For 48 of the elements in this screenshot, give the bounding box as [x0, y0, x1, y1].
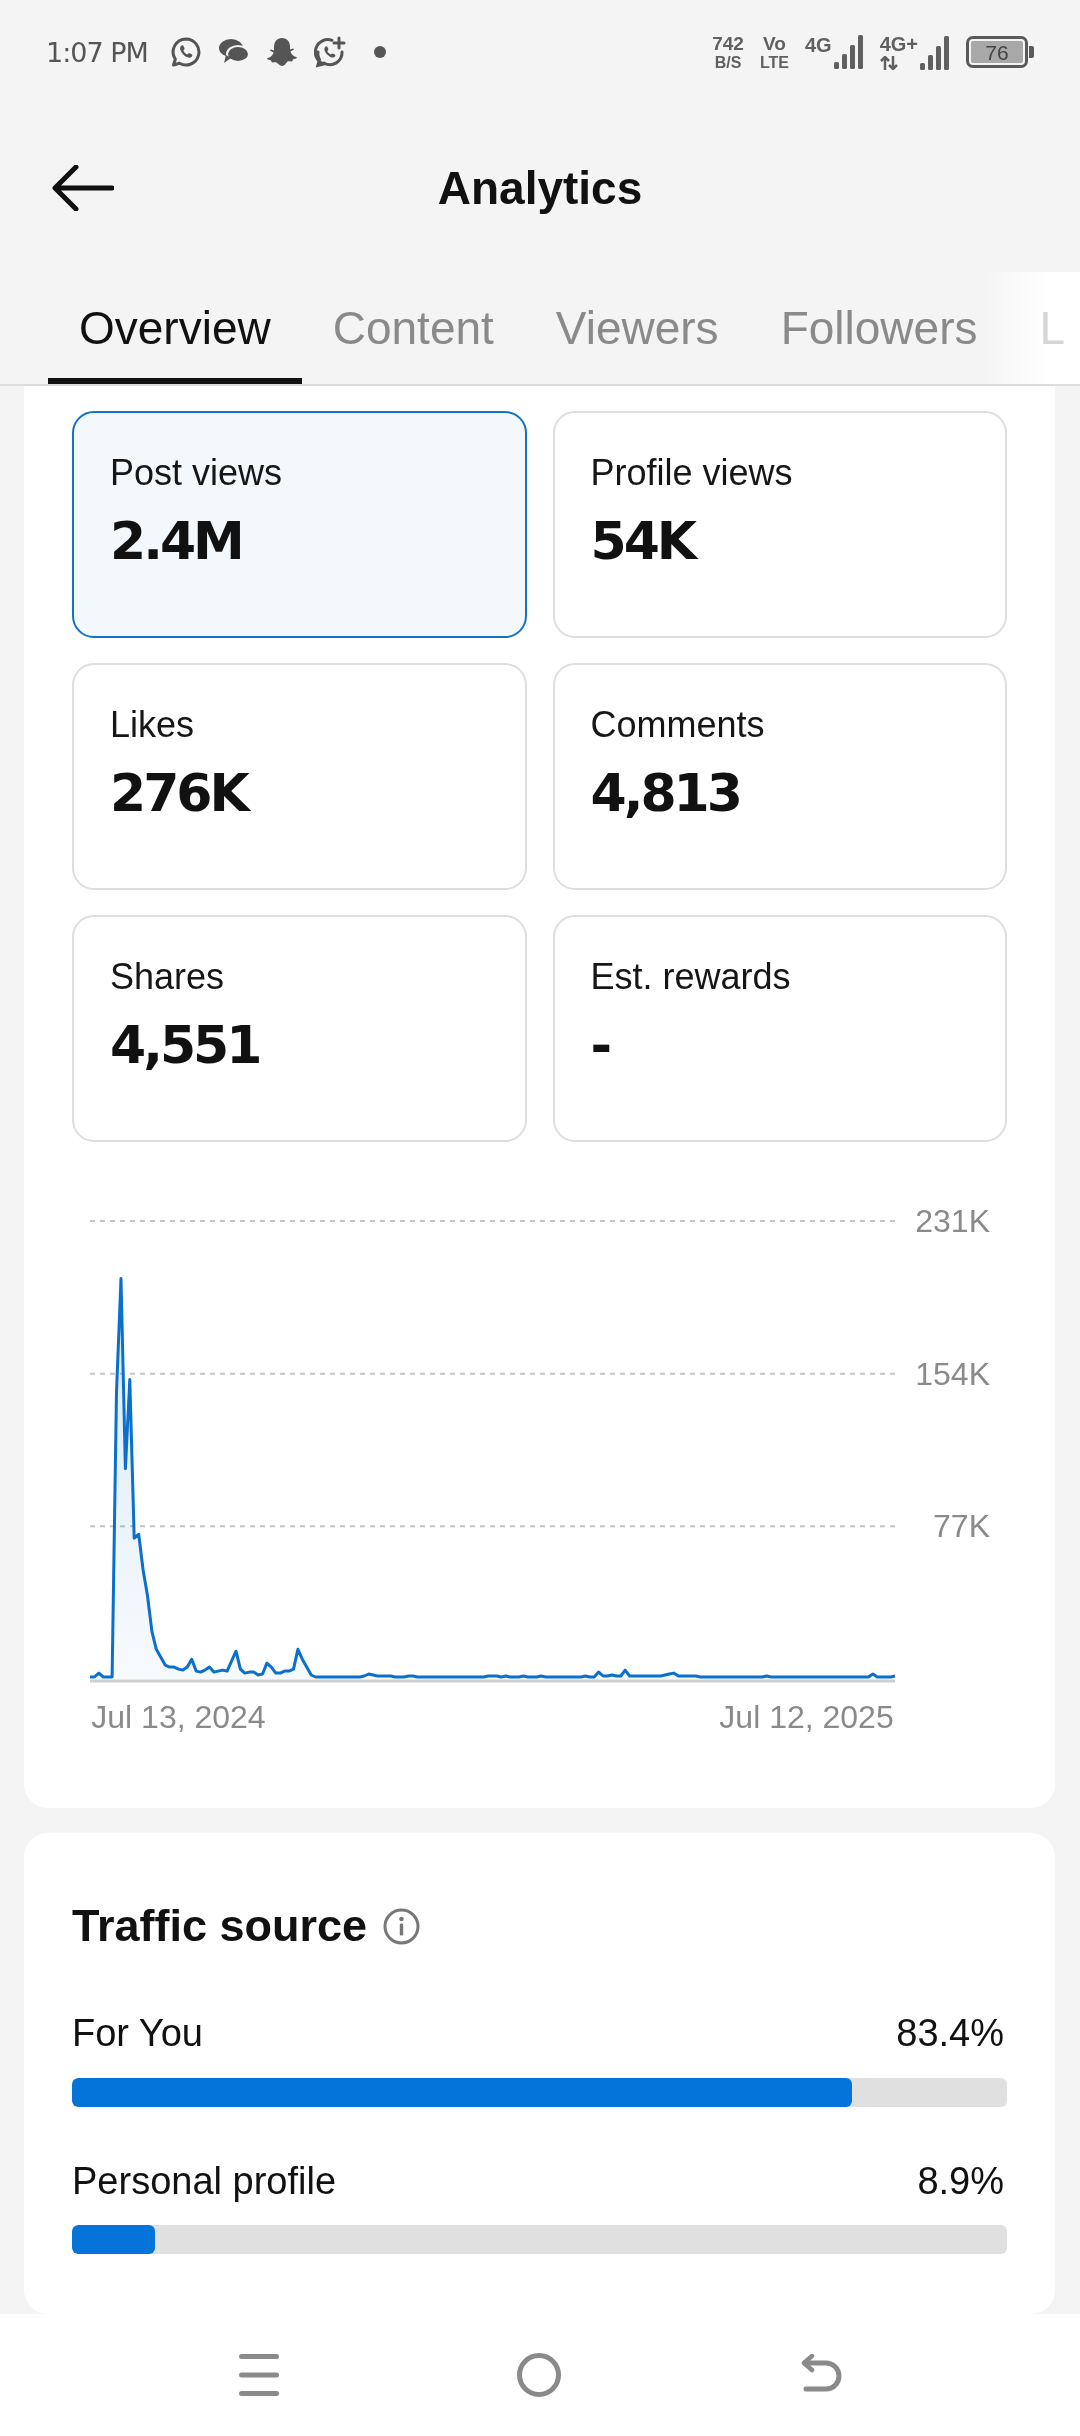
metric-label: Post views: [110, 451, 284, 495]
metric-value: -: [590, 1014, 611, 1077]
status-time: 1:07 PM: [46, 36, 148, 68]
chat-bubble-plus-icon: [313, 36, 346, 68]
signal-bars-icon: [920, 36, 950, 70]
metric-value: 4,551: [110, 1014, 261, 1077]
back-icon[interactable]: [52, 165, 114, 211]
page-title: Analytics: [437, 161, 643, 215]
metric-value: 276K: [110, 762, 489, 825]
metric-card[interactable]: Post views 2.4M: [72, 411, 527, 638]
ghost-icon: [265, 36, 298, 68]
metric-value: 4,813: [590, 762, 741, 825]
metric-card[interactable]: Profile views 54K: [552, 411, 1007, 638]
x-axis-label: Jul 12, 2025: [719, 1699, 894, 1735]
volte-label: LTE: [759, 54, 789, 71]
signal-bars-icon: [833, 35, 864, 69]
y-axis-label: 77K: [933, 1508, 990, 1545]
section-title: Traffic source: [72, 1899, 368, 1953]
metric-label: Comments: [590, 703, 766, 747]
metric-label: Shares: [110, 955, 226, 999]
home-icon[interactable]: [517, 2353, 561, 2397]
metric-label: Est. rewards: [590, 955, 792, 999]
info-icon[interactable]: [383, 1907, 421, 1945]
battery-indicator: 76: [966, 36, 1034, 68]
metric-label: Profile views: [590, 451, 794, 495]
menu-icon[interactable]: [238, 2354, 279, 2396]
data-arrows-icon: [879, 56, 898, 70]
network-speed: 742: [712, 33, 744, 53]
metric-card[interactable]: Shares 4,551: [72, 915, 527, 1142]
x-axis-label: Jul 13, 2024: [91, 1699, 266, 1735]
y-axis-label: 231K: [915, 1203, 990, 1239]
source-percent: 83.4%: [896, 2011, 1004, 2056]
metric-card[interactable]: Est. rewards -: [552, 915, 1007, 1142]
source-name: For You: [72, 2011, 203, 2056]
metric-card[interactable]: Likes 276K: [72, 663, 527, 890]
metric-card[interactable]: Comments 4,813: [552, 663, 1007, 890]
network-type: 4G+: [879, 34, 918, 54]
chat-bubble-icon: [169, 36, 202, 68]
network-speed-unit: B/S: [714, 54, 742, 71]
network-type: 4G: [804, 35, 832, 55]
source-name: Personal profile: [72, 2158, 337, 2204]
volte-label: Vo: [763, 33, 786, 53]
y-axis-label: 154K: [915, 1355, 990, 1392]
metric-value: 2.4M: [110, 510, 243, 573]
source-percent: 8.9%: [917, 2158, 1004, 2204]
metric-label: Likes: [110, 703, 196, 747]
metric-value: 54K: [590, 510, 698, 573]
dot-icon: [373, 46, 386, 58]
